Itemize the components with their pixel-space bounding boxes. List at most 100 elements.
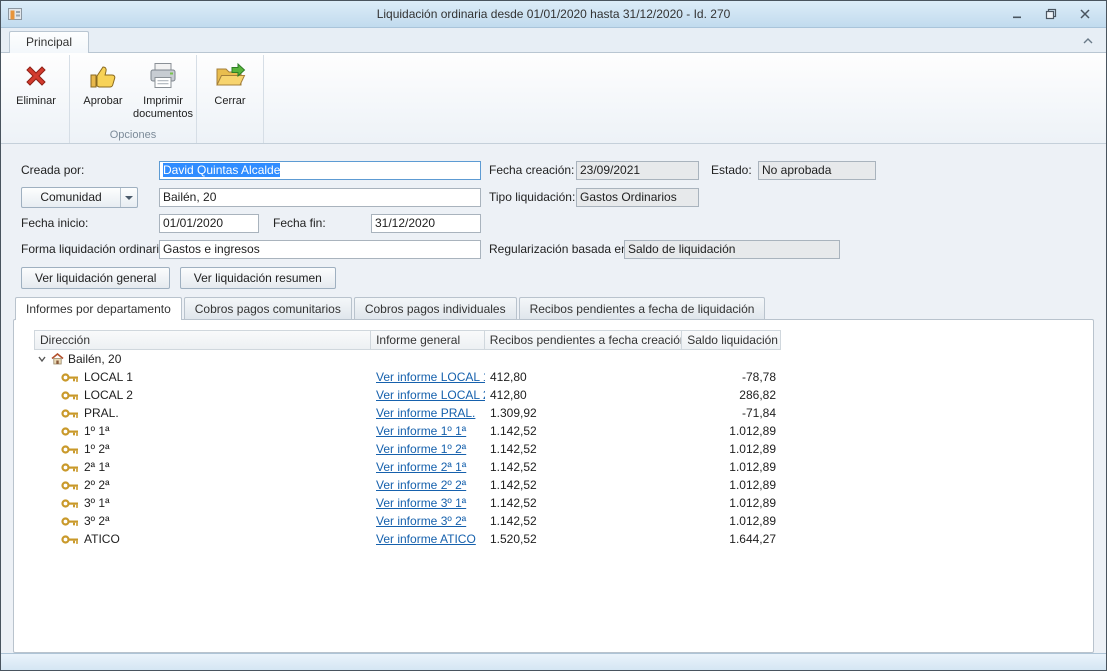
department-name: PRAL. [84, 404, 119, 422]
creada-por-label: Creada por: [21, 161, 84, 180]
saldo-liquidacion-value: -78,78 [683, 368, 781, 386]
ribbon-group-opciones: Aprobar Imprimir documentos Opciones [70, 55, 197, 143]
recibos-pendientes-value: 1.142,52 [485, 422, 683, 440]
ver-liquidacion-resumen-button[interactable]: Ver liquidación resumen [180, 267, 336, 289]
department-name: 2º 2ª [84, 476, 110, 494]
fecha-inicio-field[interactable]: 01/01/2020 [159, 214, 259, 233]
fecha-creacion-field[interactable]: 23/09/2021 [576, 161, 699, 180]
recibos-pendientes-value: 1.142,52 [485, 512, 683, 530]
cerrar-label: Cerrar [214, 95, 245, 108]
department-name: ATICO [84, 530, 120, 548]
fecha-fin-field[interactable]: 31/12/2020 [371, 214, 481, 233]
key-icon [61, 516, 79, 527]
table-row[interactable]: 1º 2ª Ver informe 1º 2ª 1.142,52 1.012,8… [34, 440, 781, 458]
eliminar-button[interactable]: Eliminar [6, 55, 66, 128]
delete-x-icon [20, 60, 52, 92]
column-header-saldo-liquidacion[interactable]: Saldo liquidación [682, 331, 780, 349]
regularizacion-field[interactable]: Saldo de liquidación [624, 240, 840, 259]
recibos-pendientes-value: 412,80 [485, 386, 683, 404]
building-icon [51, 353, 64, 365]
forma-liquidacion-label: Forma liquidación ordinaria: [21, 240, 169, 259]
department-name: 2ª 1ª [84, 458, 110, 476]
informes-panel: Dirección Informe general Recibos pendie… [13, 319, 1094, 653]
tab-cobros-pagos-individuales[interactable]: Cobros pagos individuales [354, 297, 517, 319]
ver-informe-link[interactable]: Ver informe ATICO [376, 532, 476, 546]
saldo-liquidacion-value: 1.012,89 [683, 494, 781, 512]
saldo-liquidacion-value: -71,84 [683, 404, 781, 422]
ver-informe-link[interactable]: Ver informe 2ª 1ª [376, 460, 466, 474]
saldo-liquidacion-value: 286,82 [683, 386, 781, 404]
comunidad-dropdown-button[interactable]: Comunidad [21, 187, 138, 208]
close-button[interactable] [1076, 6, 1094, 22]
column-header-recibos-pendientes[interactable]: Recibos pendientes a fecha creación [485, 331, 682, 349]
ribbon: Eliminar Aprobar [1, 52, 1106, 144]
group-label [6, 128, 66, 143]
comunidad-button-label: Comunidad [22, 188, 120, 207]
forma-liquidacion-field[interactable]: Gastos e ingresos [159, 240, 481, 259]
key-icon [61, 444, 79, 455]
ver-informe-link[interactable]: Ver informe LOCAL 2 [376, 388, 485, 402]
group-name: Bailén, 20 [68, 350, 121, 368]
recibos-pendientes-value: 1.142,52 [485, 458, 683, 476]
tree-expander-icon[interactable] [37, 354, 47, 364]
grid-header: Dirección Informe general Recibos pendie… [34, 330, 781, 350]
ver-informe-link[interactable]: Ver informe 2º 2ª [376, 478, 466, 492]
table-row[interactable]: 3º 2ª Ver informe 3º 2ª 1.142,52 1.012,8… [34, 512, 781, 530]
report-tabs: Informes por departamento Cobros pagos c… [13, 297, 1094, 319]
ver-informe-link[interactable]: Ver informe PRAL. [376, 406, 475, 420]
recibos-pendientes-value: 1.520,52 [485, 530, 683, 548]
tab-recibos-pendientes[interactable]: Recibos pendientes a fecha de liquidació… [519, 297, 766, 319]
ribbon-collapse-button[interactable] [1082, 34, 1094, 48]
recibos-pendientes-value: 1.142,52 [485, 440, 683, 458]
ver-informe-link[interactable]: Ver informe 3º 1ª [376, 496, 466, 510]
key-icon [61, 426, 79, 437]
group-row[interactable]: Bailén, 20 [34, 350, 781, 368]
restore-button[interactable] [1042, 6, 1060, 22]
department-name: 1º 1ª [84, 422, 110, 440]
ver-informe-link[interactable]: Ver informe 3º 2ª [376, 514, 466, 528]
group-label [200, 128, 260, 143]
key-icon [61, 534, 79, 545]
ribbon-tab-row: Principal [1, 28, 1106, 52]
fecha-creacion-label: Fecha creación: [489, 161, 574, 180]
opciones-group-label: Opciones [73, 128, 193, 143]
ribbon-tab-principal[interactable]: Principal [9, 31, 89, 53]
table-row[interactable]: 2ª 1ª Ver informe 2ª 1ª 1.142,52 1.012,8… [34, 458, 781, 476]
table-row[interactable]: ATICO Ver informe ATICO 1.520,52 1.644,2… [34, 530, 781, 548]
recibos-pendientes-value: 412,80 [485, 368, 683, 386]
table-row[interactable]: LOCAL 2 Ver informe LOCAL 2 412,80 286,8… [34, 386, 781, 404]
tipo-liquidacion-label: Tipo liquidación: [489, 188, 575, 207]
saldo-liquidacion-value: 1.012,89 [683, 422, 781, 440]
comunidad-field[interactable]: Bailén, 20 [159, 188, 481, 207]
form-area: Creada por: David Quintas Alcalde Fecha … [1, 144, 1106, 267]
table-row[interactable]: LOCAL 1 Ver informe LOCAL 1 412,80 -78,7… [34, 368, 781, 386]
ver-informe-link[interactable]: Ver informe 1º 2ª [376, 442, 466, 456]
title-bar: Liquidación ordinaria desde 01/01/2020 h… [1, 1, 1106, 28]
ver-liquidacion-general-button[interactable]: Ver liquidación general [21, 267, 170, 289]
imprimir-label: Imprimir documentos [133, 95, 193, 121]
ribbon-group-eliminar: Eliminar [3, 55, 70, 143]
estado-label: Estado: [711, 161, 752, 180]
ver-informe-link[interactable]: Ver informe 1º 1ª [376, 424, 466, 438]
status-bar [1, 653, 1106, 671]
table-row[interactable]: PRAL. Ver informe PRAL. 1.309,92 -71,84 [34, 404, 781, 422]
cerrar-button[interactable]: Cerrar [200, 55, 260, 128]
ver-informe-link[interactable]: Ver informe LOCAL 1 [376, 370, 485, 384]
column-header-direccion[interactable]: Dirección [35, 331, 371, 349]
estado-field[interactable]: No aprobada [758, 161, 876, 180]
action-buttons-row: Ver liquidación general Ver liquidación … [1, 267, 1106, 289]
table-row[interactable]: 2º 2ª Ver informe 2º 2ª 1.142,52 1.012,8… [34, 476, 781, 494]
minimize-button[interactable] [1008, 6, 1026, 22]
creada-por-field[interactable]: David Quintas Alcalde [159, 161, 481, 180]
aprobar-button[interactable]: Aprobar [73, 55, 133, 128]
saldo-liquidacion-value: 1.012,89 [683, 458, 781, 476]
column-header-informe-general[interactable]: Informe general [371, 331, 485, 349]
department-name: 1º 2ª [84, 440, 110, 458]
tab-cobros-pagos-comunitarios[interactable]: Cobros pagos comunitarios [184, 297, 352, 319]
tab-informes-por-departamento[interactable]: Informes por departamento [15, 297, 182, 320]
table-row[interactable]: 1º 1ª Ver informe 1º 1ª 1.142,52 1.012,8… [34, 422, 781, 440]
tipo-liquidacion-field[interactable]: Gastos Ordinarios [576, 188, 699, 207]
imprimir-documentos-button[interactable]: Imprimir documentos [133, 55, 193, 128]
table-row[interactable]: 3º 1ª Ver informe 3º 1ª 1.142,52 1.012,8… [34, 494, 781, 512]
key-icon [61, 498, 79, 509]
